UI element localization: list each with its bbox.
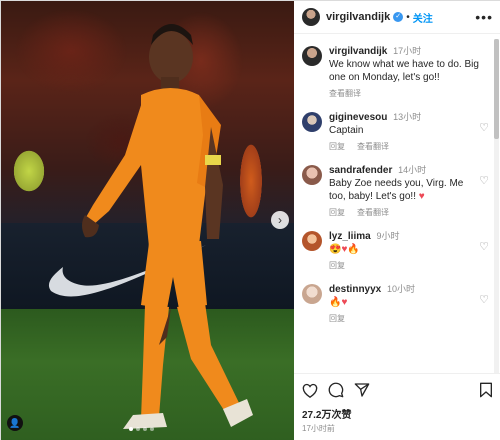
caption-item: virgilvandijk 17小时 We know what we have … (302, 45, 493, 99)
comment-username[interactable]: destinnyyx (329, 284, 381, 295)
comment-text-body: Baby Zoe needs you, Virg. Me too, baby! … (329, 178, 464, 202)
save-bookmark-icon[interactable] (479, 382, 493, 398)
author-avatar[interactable] (302, 8, 320, 26)
more-options-icon[interactable]: ••• (475, 9, 493, 25)
post-photo[interactable]: › 👤 (1, 1, 294, 440)
caption-text: We know what we have to do. Big one on M… (329, 59, 479, 83)
comment-username[interactable]: lyz_liima (329, 231, 371, 242)
reply-link[interactable]: 回复 (329, 207, 345, 218)
comment-time: 10小时 (387, 284, 416, 294)
verified-badge-icon: ✓ (393, 12, 404, 22)
person-tag-icon[interactable]: 👤 (7, 415, 23, 431)
post-footer: 27.2万次赞 17小时前 (294, 373, 500, 440)
instagram-post-window: › 👤 virgilvandijk ✓ • 关注 ••• virgilvandi… (0, 0, 500, 440)
likes-count[interactable]: 27.2万次赞 (302, 406, 493, 421)
heart-emoji: ♥ (418, 191, 425, 202)
reply-link[interactable]: 回复 (329, 141, 345, 152)
comment-username[interactable]: sandrafender (329, 165, 392, 176)
carousel-dots (129, 427, 154, 431)
scrollbar-thumb[interactable] (494, 39, 499, 139)
like-heart-icon[interactable] (302, 383, 318, 398)
comment-time: 13小时 (393, 112, 422, 122)
comment-time: 14小时 (398, 165, 427, 175)
post-header: virgilvandijk ✓ • 关注 ••• (294, 1, 500, 34)
commenter-avatar[interactable] (302, 112, 322, 132)
like-comment-heart-icon[interactable]: ♡ (479, 293, 489, 306)
comment-item: destinnyyx 10小时 🔥♥ 回复 ♡ (302, 283, 493, 324)
comment-emoji: 🔥♥ (329, 297, 348, 308)
carousel-dot (129, 427, 133, 431)
comment-username[interactable]: giginevesou (329, 112, 387, 123)
author-avatar[interactable] (302, 46, 322, 66)
header-separator: • (406, 11, 410, 23)
comments-scrollbar[interactable] (494, 39, 499, 373)
player-figure (82, 24, 253, 429)
translate-link[interactable]: 查看翻译 (357, 141, 389, 152)
commenter-avatar[interactable] (302, 165, 322, 185)
reply-link[interactable]: 回复 (329, 313, 345, 324)
comment-emoji: 😍♥🔥 (329, 244, 360, 255)
follow-button[interactable]: 关注 (413, 10, 433, 25)
share-send-icon[interactable] (354, 382, 370, 398)
translate-link[interactable]: 查看翻译 (329, 88, 361, 99)
commenter-avatar[interactable] (302, 231, 322, 251)
carousel-dot (143, 427, 147, 431)
commenter-avatar[interactable] (302, 284, 322, 304)
caption-time: 17小时 (393, 46, 422, 56)
post-sidebar: virgilvandijk ✓ • 关注 ••• virgilvandijk 1… (294, 1, 500, 440)
comments-list: virgilvandijk 17小时 We know what we have … (294, 39, 500, 373)
carousel-dot (136, 427, 140, 431)
next-image-button[interactable]: › (271, 211, 289, 229)
like-comment-heart-icon[interactable]: ♡ (479, 174, 489, 187)
comment-time: 9小时 (376, 231, 400, 241)
comment-bubble-icon[interactable] (328, 382, 344, 398)
carousel-dot (150, 427, 154, 431)
post-timestamp: 17小时前 (302, 424, 335, 433)
author-username[interactable]: virgilvandijk (326, 11, 390, 23)
caption-username[interactable]: virgilvandijk (329, 46, 387, 57)
comment-text: Captain (329, 125, 364, 136)
translate-link[interactable]: 查看翻译 (357, 207, 389, 218)
comment-item: giginevesou 13小时 Captain 回复 查看翻译 ♡ (302, 111, 493, 152)
comment-item: lyz_liima 9小时 😍♥🔥 回复 ♡ (302, 230, 493, 271)
like-comment-heart-icon[interactable]: ♡ (479, 240, 489, 253)
like-comment-heart-icon[interactable]: ♡ (479, 121, 489, 134)
reply-link[interactable]: 回复 (329, 260, 345, 271)
comment-item: sandrafender 14小时 Baby Zoe needs you, Vi… (302, 164, 493, 218)
comment-text: Baby Zoe needs you, Virg. Me too, baby! … (329, 177, 479, 203)
